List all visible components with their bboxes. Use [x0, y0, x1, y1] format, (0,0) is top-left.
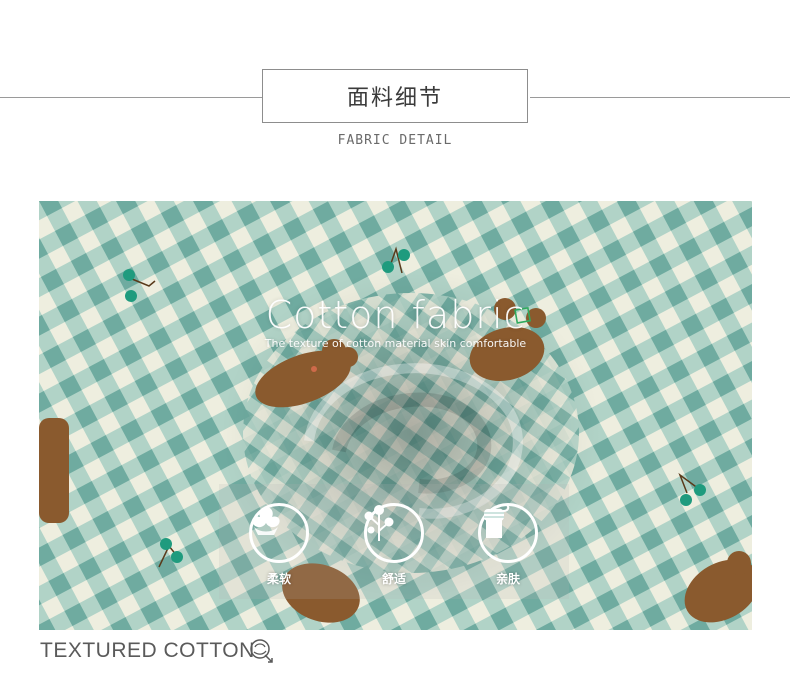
hero-tagline: The texture of cotton material skin comf…: [264, 337, 527, 350]
fabric-photo: Cotton fabric The texture of cotton mate…: [39, 201, 752, 630]
feature-skin-friendly: 亲肤: [475, 503, 541, 587]
feature-soft: 柔软: [246, 503, 312, 587]
feature-label-soft: 柔软: [266, 572, 291, 586]
section-subtitle: FABRIC DETAIL: [337, 133, 453, 148]
header-left-rule: [0, 97, 262, 98]
feature-label-skin-friendly: 亲肤: [495, 572, 520, 586]
section-title-box: 面料细节: [262, 69, 528, 123]
header-right-rule: [530, 97, 790, 98]
cotton-boll-icon: [247, 637, 275, 665]
hero-headline: Cotton fabric: [265, 293, 526, 337]
feature-label-comfort: 舒适: [381, 572, 406, 586]
fist-icon: [478, 503, 538, 563]
cotton-flower-icon: [249, 503, 309, 563]
feature-comfort: 舒适: [361, 503, 427, 587]
cotton-branch-icon: [364, 503, 424, 563]
section-title: 面料细节: [346, 86, 443, 111]
footer-caption: TEXTURED COTTON: [40, 639, 255, 662]
